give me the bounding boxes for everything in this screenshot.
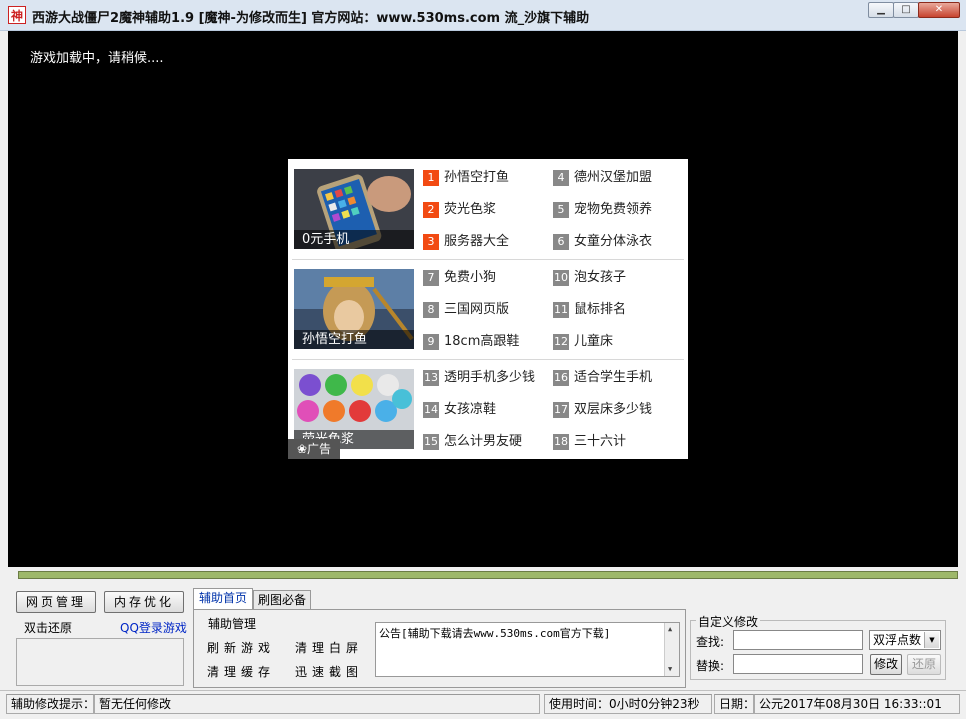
ad-link[interactable]: 1 孙悟空打鱼 [423, 169, 509, 187]
replace-input[interactable] [733, 654, 863, 674]
window-title: 西游大战僵尸2魔神辅助1.9 [魔神-为修改而生] 官方网站：www.530ms… [32, 11, 590, 26]
thumb-caption: 孙悟空打鱼 [294, 330, 414, 349]
ad-tag: ❀广告 [288, 439, 340, 459]
qq-login-link[interactable]: QQ登录游戏 [120, 619, 187, 636]
minimize-button[interactable]: ▁ [868, 2, 894, 18]
ad-link[interactable]: 18 三十六计 [553, 433, 626, 451]
date-value: 公元2017年08月30日 16:33::01 [754, 694, 960, 714]
find-input[interactable] [733, 630, 863, 650]
ad-link[interactable]: 15 怎么计男友硬 [423, 433, 522, 451]
loading-text: 游戏加载中，请稍候.... [30, 51, 164, 66]
double-click-restore-label: 双击还原 [24, 621, 73, 635]
restore-button[interactable]: 还原 [907, 654, 941, 675]
notice-textbox[interactable]: 公告[辅助下载请去www.530ms.com官方下载] ▲ ▼ [375, 622, 680, 677]
ad-link[interactable]: 9 18cm高跟鞋 [423, 333, 519, 351]
refresh-game-button[interactable]: 刷新游戏 [207, 639, 275, 656]
ad-thumbnail-monkey[interactable]: 孙悟空打鱼 [294, 269, 414, 349]
ad-group: 荧光色浆 13透明手机多少钱 16适合学生手机 14女孩凉鞋 17双层床多少钱 … [288, 359, 688, 459]
find-label: 查找: [696, 635, 725, 649]
clear-cache-button[interactable]: 清理缓存 [207, 663, 275, 680]
select-value: 双浮点数 [873, 633, 922, 647]
ad-link[interactable]: 8 三国网页版 [423, 301, 509, 319]
ad-link[interactable]: 3 服务器大全 [423, 233, 509, 251]
clear-white-screen-button[interactable]: 清理白屏 [295, 639, 363, 656]
status-hint-label: 辅助修改提示： [6, 694, 95, 714]
minimize-icon: ▁ [877, 4, 885, 15]
assist-manage-title: 辅助管理 [208, 617, 257, 631]
tab-assist-home[interactable]: 辅助首页 [193, 588, 253, 610]
title-bar: 神 西游大战僵尸2魔神辅助1.9 [魔神-为修改而生] 官方网站：www.530… [0, 0, 966, 31]
date-label: 日期： [714, 694, 755, 714]
ad-group: 孙悟空打鱼 7 免费小狗 10 泡女孩子 8 三国网页版 11 鼠标排名 9 18cm高跟… [288, 259, 688, 359]
ad-link[interactable]: 16 适合学生手机 [553, 369, 652, 387]
scroll-down-icon[interactable]: ▼ [668, 665, 672, 673]
ad-link[interactable]: 13 透明手机多少钱 [423, 369, 535, 387]
maximize-button[interactable]: □ [893, 2, 919, 18]
ad-link[interactable]: 4 德州汉堡加盟 [553, 169, 652, 187]
memory-optimize-button[interactable]: 内存优化 [104, 591, 184, 613]
notice-text: 公告[辅助下载请去www.530ms.com官方下载] [379, 627, 611, 640]
ad-link[interactable]: 12 儿童床 [553, 333, 613, 351]
custom-modify-title: 自定义修改 [696, 613, 761, 630]
web-manage-button[interactable]: 网页管理 [16, 591, 96, 613]
maximize-icon: □ [901, 4, 911, 15]
game-canvas[interactable]: 游戏加载中，请稍候.... 0元手机 1 孙悟空打鱼 4 德州汉堡加盟 2 荧光… [8, 31, 958, 567]
ad-thumbnail-paint[interactable]: 荧光色浆 [294, 369, 414, 449]
ad-group: 0元手机 1 孙悟空打鱼 4 德州汉堡加盟 2 荧光色浆 5 宠物免费领养 3 服务器大全… [288, 159, 688, 259]
replace-label: 替换: [696, 659, 725, 673]
ad-link[interactable]: 14 女孩凉鞋 [423, 401, 496, 419]
thumb-caption: 0元手机 [294, 230, 414, 249]
loading-progress-bar [18, 571, 958, 579]
status-hint-value: 暂无任何修改 [94, 694, 540, 714]
left-info-box [16, 638, 184, 686]
scroll-up-icon[interactable]: ▲ [668, 625, 672, 633]
ad-link[interactable]: 17 双层床多少钱 [553, 401, 652, 419]
value-type-select[interactable]: 双浮点数 ▼ [869, 630, 941, 650]
tab-map-essentials[interactable]: 刷图必备 [253, 590, 311, 610]
ad-link[interactable]: 11 鼠标排名 [553, 301, 626, 319]
ad-link[interactable]: 6 女童分体泳衣 [553, 233, 652, 251]
chevron-down-icon: ▼ [924, 632, 939, 648]
ad-link[interactable]: 7 免费小狗 [423, 269, 496, 287]
notice-scrollbar[interactable]: ▲ ▼ [664, 623, 679, 676]
paw-icon: ❀ [296, 442, 308, 456]
usage-time: 使用时间：0小时0分钟23秒 [544, 694, 712, 714]
modify-button[interactable]: 修改 [870, 654, 902, 675]
close-button[interactable]: ✕ [918, 2, 960, 18]
quick-screenshot-button[interactable]: 迅速截图 [295, 663, 363, 680]
ad-link[interactable]: 10 泡女孩子 [553, 269, 626, 287]
ad-panel[interactable]: 0元手机 1 孙悟空打鱼 4 德州汉堡加盟 2 荧光色浆 5 宠物免费领养 3 服务器大全… [288, 159, 688, 459]
ad-link[interactable]: 5 宠物免费领养 [553, 201, 652, 219]
ad-link[interactable]: 2 荧光色浆 [423, 201, 496, 219]
ad-thumbnail-phone[interactable]: 0元手机 [294, 169, 414, 249]
close-icon: ✕ [934, 4, 944, 15]
app-icon: 神 [8, 6, 26, 24]
